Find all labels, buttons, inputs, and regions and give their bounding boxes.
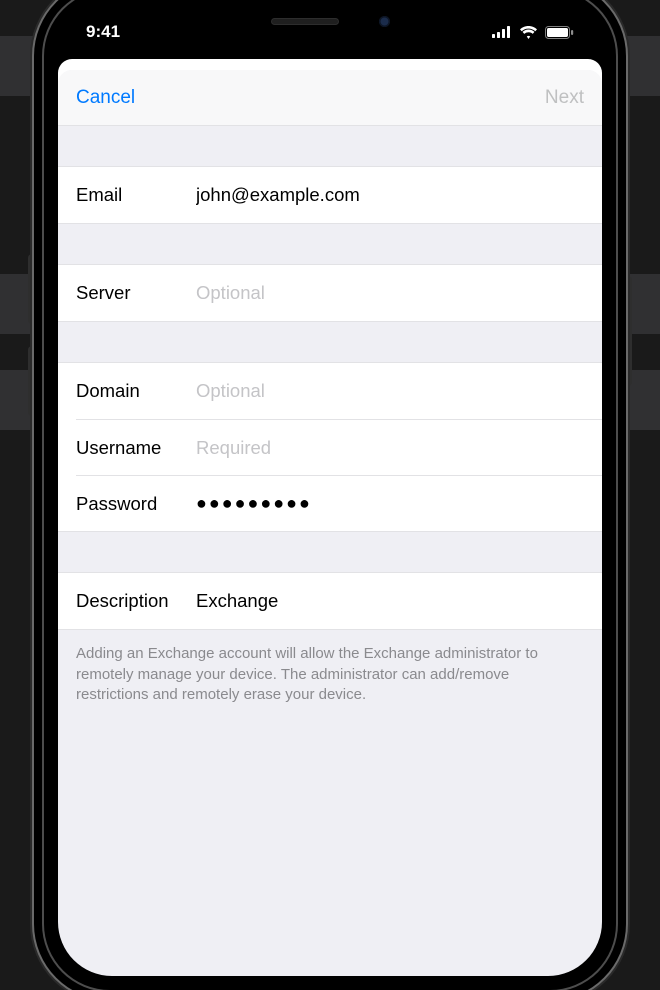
domain-field[interactable] <box>196 380 584 402</box>
description-label: Description <box>76 590 196 612</box>
notch <box>200 4 460 38</box>
password-row[interactable]: Password ●●●●●●●●● <box>76 475 602 531</box>
domain-label: Domain <box>76 380 196 402</box>
server-row[interactable]: Server <box>58 265 602 321</box>
mute-switch <box>30 186 38 222</box>
username-row[interactable]: Username <box>76 419 602 475</box>
status-time: 9:41 <box>86 22 120 42</box>
username-label: Username <box>76 437 196 459</box>
email-field[interactable] <box>196 184 584 206</box>
credentials-group: Domain Username Password ●●●●●●●●● <box>58 362 602 532</box>
server-field[interactable] <box>196 282 584 304</box>
side-button <box>624 276 632 386</box>
speaker-grille <box>271 18 339 25</box>
nav-bar: Cancel Next <box>58 70 602 126</box>
cancel-button[interactable]: Cancel <box>76 87 135 109</box>
phone-screen: 9:41 Cancel Next <box>58 4 602 976</box>
email-row[interactable]: Email <box>58 167 602 223</box>
volume-up-button <box>28 254 36 324</box>
description-group: Description <box>58 572 602 630</box>
password-field[interactable]: ●●●●●●●●● <box>196 493 584 514</box>
server-group: Server <box>58 264 602 322</box>
description-row[interactable]: Description <box>58 573 602 629</box>
server-label: Server <box>76 282 196 304</box>
cellular-icon <box>492 26 512 38</box>
description-field[interactable] <box>196 590 584 612</box>
email-label: Email <box>76 184 196 206</box>
footer-text: Adding an Exchange account will allow th… <box>58 630 602 720</box>
domain-row[interactable]: Domain <box>58 363 602 419</box>
front-camera <box>379 16 390 27</box>
wifi-icon <box>519 26 538 39</box>
modal-sheet: Cancel Next Email Server <box>58 70 602 976</box>
form-content: Email Server Domain <box>58 126 602 976</box>
battery-icon <box>545 26 574 39</box>
email-group: Email <box>58 166 602 224</box>
password-label: Password <box>76 493 196 515</box>
phone-frame: 9:41 Cancel Next <box>44 0 616 990</box>
next-button[interactable]: Next <box>545 87 584 109</box>
volume-down-button <box>28 346 36 416</box>
username-field[interactable] <box>196 437 584 459</box>
